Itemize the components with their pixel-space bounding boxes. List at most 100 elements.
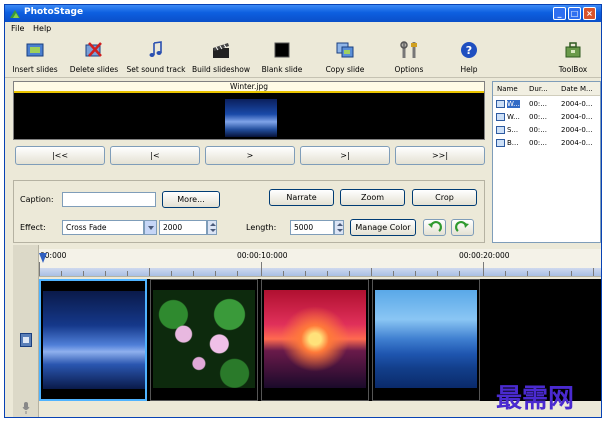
build-slideshow-button[interactable]: Build slideshow	[191, 38, 251, 76]
app-window: PhotoStage _ □ × File Help Insert slides…	[4, 4, 602, 418]
caption-input[interactable]	[62, 192, 156, 207]
menu-bar: File Help	[5, 22, 601, 35]
ruler-tick	[193, 271, 194, 276]
playhead-marker[interactable]	[39, 253, 47, 263]
ruler-tick	[371, 268, 372, 276]
timeline-side-panel	[13, 245, 39, 417]
delete-slides-button[interactable]: Delete slides	[69, 38, 119, 76]
delete-slides-icon	[85, 42, 102, 57]
ruler-tick	[437, 271, 438, 276]
ruler-tick	[571, 271, 572, 276]
ruler-tick	[283, 271, 284, 276]
preview-filename: Winter.jpg	[14, 82, 484, 93]
rotate-right-icon	[455, 221, 469, 232]
tools-icon	[400, 41, 417, 58]
image-file-icon	[496, 126, 505, 134]
copy-slide-icon	[336, 42, 354, 58]
image-file-icon	[496, 100, 505, 108]
length-spinner-icon[interactable]	[334, 220, 344, 235]
ruler-tick	[105, 271, 106, 276]
ruler-tick	[39, 262, 40, 276]
ruler-tick	[215, 271, 216, 276]
waterlilies-image	[153, 290, 255, 388]
slide-thumbnail-winter[interactable]	[39, 279, 147, 401]
rotate-right-button[interactable]	[451, 219, 474, 236]
ruler-tick	[527, 271, 528, 276]
app-logo-icon	[10, 10, 20, 18]
manage-color-button[interactable]: Manage Color	[350, 219, 416, 236]
ruler-tick	[415, 271, 416, 276]
ruler-band	[39, 268, 601, 276]
rotate-left-icon	[428, 221, 442, 232]
window-title: PhotoStage	[24, 7, 84, 17]
ruler-tick	[483, 262, 484, 276]
column-duration[interactable]: Dur...	[529, 85, 548, 93]
length-label: Length:	[246, 223, 277, 232]
slide-settings-panel: Caption: More... Narrate Zoom Crop Effec…	[13, 180, 485, 243]
ruler-tick	[505, 271, 506, 276]
ruler-tick	[327, 271, 328, 276]
next-slide-button[interactable]: >|	[300, 146, 390, 165]
crop-button[interactable]: Crop	[412, 189, 477, 206]
more-button[interactable]: More...	[162, 191, 220, 208]
column-name[interactable]: Name	[497, 85, 518, 93]
play-button[interactable]: >	[205, 146, 295, 165]
length-input[interactable]: 5000	[290, 220, 334, 235]
title-bar[interactable]: PhotoStage _ □ ×	[5, 5, 601, 22]
first-slide-button[interactable]: |<<	[15, 146, 105, 165]
list-item[interactable]: B... 00:... 2004-0...	[493, 137, 600, 149]
slide-thumbnail-blue-hills[interactable]	[372, 279, 480, 401]
close-button[interactable]: ×	[583, 7, 596, 20]
rotate-left-button[interactable]	[423, 219, 446, 236]
image-file-icon	[496, 113, 505, 121]
help-icon: ?	[461, 42, 477, 58]
toolbox-button[interactable]: ToolBox	[553, 38, 593, 76]
file-list-header: Name Dur... Date M...	[493, 82, 600, 96]
list-item[interactable]: S... 00:... 2004-0...	[493, 124, 600, 136]
toolbox-icon	[565, 42, 581, 58]
music-note-icon	[149, 41, 162, 57]
effect-duration-spinner-icon[interactable]	[207, 220, 217, 235]
slide-thumbnail-waterlilies[interactable]	[150, 279, 258, 401]
sunset-image	[264, 290, 366, 388]
minimize-button[interactable]: _	[553, 7, 566, 20]
ruler-tick	[83, 271, 84, 276]
effect-dropdown-arrow-icon[interactable]	[144, 220, 157, 235]
menu-help[interactable]: Help	[33, 24, 51, 33]
ruler-tick	[237, 271, 238, 276]
narrate-button[interactable]: Narrate	[269, 189, 334, 206]
ruler-tick	[305, 271, 306, 276]
insert-slides-button[interactable]: Insert slides	[9, 38, 61, 76]
effect-select[interactable]: Cross Fade	[62, 220, 144, 235]
effect-label: Effect:	[20, 223, 46, 232]
column-date[interactable]: Date M...	[561, 85, 593, 93]
ruler-tick	[549, 271, 550, 276]
last-slide-button[interactable]: >>|	[395, 146, 485, 165]
slide-thumbnail-sunset[interactable]	[261, 279, 369, 401]
copy-slide-button[interactable]: Copy slide	[321, 38, 369, 76]
image-track-icon[interactable]	[20, 333, 32, 347]
list-item[interactable]: W... 00:... 2004-0...	[493, 98, 600, 110]
microphone-icon[interactable]	[22, 402, 30, 414]
zoom-button[interactable]: Zoom	[340, 189, 405, 206]
menu-file[interactable]: File	[11, 24, 24, 33]
help-button[interactable]: ? Help	[451, 38, 487, 76]
preview-image	[225, 99, 277, 137]
ruler-tick	[393, 271, 394, 276]
list-item[interactable]: W... 00:... 2004-0...	[493, 111, 600, 123]
time-ruler[interactable]: 00:000 00:00:10:000 00:00:20:000	[39, 249, 601, 277]
image-file-icon	[496, 139, 505, 147]
caption-label: Caption:	[20, 195, 54, 204]
set-sound-track-button[interactable]: Set sound track	[126, 38, 186, 76]
ruler-tick	[61, 271, 62, 276]
previous-slide-button[interactable]: |<	[110, 146, 200, 165]
effect-duration-input[interactable]: 2000	[159, 220, 207, 235]
ruler-tick	[593, 268, 594, 276]
blank-slide-button[interactable]: Blank slide	[258, 38, 306, 76]
slide-file-list[interactable]: Name Dur... Date M... W... 00:... 2004-0…	[492, 81, 601, 243]
options-button[interactable]: Options	[387, 38, 431, 76]
watermark-text: 最需网	[496, 384, 575, 414]
maximize-button[interactable]: □	[568, 7, 581, 20]
ruler-tick	[127, 271, 128, 276]
slide-preview: Winter.jpg	[13, 81, 485, 140]
